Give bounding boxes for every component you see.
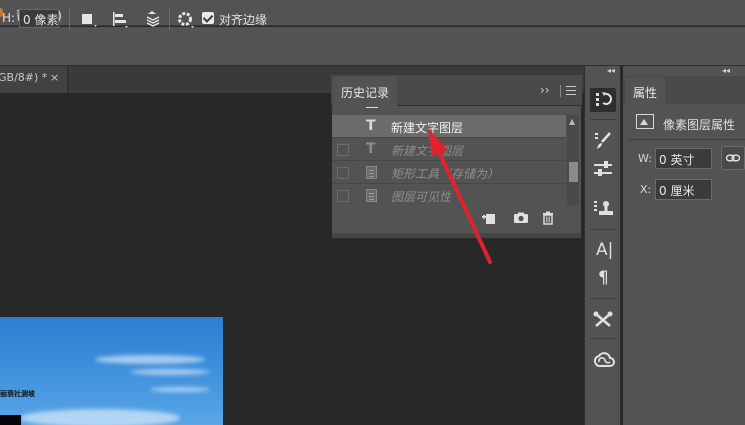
path-arrangement-icon[interactable] (143, 9, 163, 29)
panel-menu-icon[interactable] (566, 86, 576, 95)
history-item-label: 矩形工具（存储为） (391, 167, 500, 181)
new-document-from-state-icon[interactable] (480, 210, 498, 226)
document-icon (366, 189, 377, 202)
history-panel-icon[interactable] (590, 88, 616, 112)
tool-presets-icon[interactable] (590, 308, 616, 332)
brush-settings-icon[interactable] (590, 129, 616, 153)
history-item-checkbox[interactable] (337, 144, 349, 156)
collapse-panel-icon[interactable]: ◂◂ (722, 66, 730, 75)
clone-source-icon[interactable] (590, 197, 616, 221)
history-item-label: 新建文字图层 (391, 144, 464, 158)
panel-divider (560, 85, 561, 97)
text-layer-icon: T (366, 118, 376, 134)
link-dimensions-icon[interactable] (721, 146, 745, 170)
path-operations-icon[interactable] (79, 9, 99, 29)
x-position-input[interactable]: 0 厘米 (655, 179, 712, 200)
history-item-checkbox[interactable] (337, 167, 349, 179)
height-label: H: (2, 11, 16, 25)
document-tab-title: GB/8#) * (0, 71, 48, 84)
history-panel-resize-edge[interactable] (332, 233, 581, 238)
history-item-checkbox[interactable] (337, 121, 349, 133)
canvas-sky-image (0, 317, 223, 425)
document-tab-close-icon[interactable]: × (50, 71, 59, 84)
dock-divider (590, 338, 616, 339)
dock-divider (590, 119, 616, 120)
gear-icon[interactable] (176, 9, 196, 29)
options-divider (69, 8, 70, 30)
path-alignment-icon[interactable] (110, 9, 130, 29)
properties-panel-title: 属性 (633, 86, 658, 100)
text-layer-icon: T (366, 141, 376, 157)
canvas-black-rect (0, 415, 21, 425)
properties-subtitle: 像素图层属性 (663, 118, 736, 132)
dock-divider (590, 229, 616, 230)
width-input[interactable]: 0 英寸 (655, 148, 712, 169)
align-edges-label: 对齐边缘 (219, 13, 268, 27)
history-item-checkbox[interactable] (337, 190, 349, 202)
x-position-label: X: (640, 183, 652, 196)
document-icon (366, 166, 377, 179)
width-label: W: (638, 152, 652, 165)
adjustments-icon[interactable] (590, 157, 616, 181)
paragraph-panel-icon[interactable]: ¶ (598, 268, 609, 288)
properties-divider (629, 139, 745, 140)
collapse-dock-icon[interactable]: ◂◂ (607, 66, 615, 75)
canvas-text-layer: 丽衰社测坡 (0, 390, 35, 398)
dock-divider (590, 298, 616, 299)
history-panel-title: 历史记录 (341, 86, 390, 100)
align-edges-checkbox[interactable] (202, 12, 214, 24)
options-divider (169, 8, 170, 30)
history-item-label: 新建文字图层 (391, 121, 464, 135)
height-input[interactable]: 0 像素 (19, 9, 59, 28)
creative-cloud-libraries-icon[interactable] (590, 348, 616, 372)
scroll-up-icon[interactable]: ▲ (569, 117, 575, 126)
panel-expand-icon[interactable]: ›› (540, 83, 550, 97)
history-scrollbar[interactable] (567, 115, 579, 205)
trash-icon[interactable] (540, 210, 556, 226)
options-bar (0, 27, 745, 66)
history-snapshot-marker (366, 107, 378, 108)
pixel-layer-icon (636, 114, 654, 129)
character-panel-icon[interactable]: A| (596, 240, 613, 260)
history-item-label: 图层可见性 (391, 190, 452, 204)
history-scrollbar-thumb[interactable] (569, 162, 578, 182)
camera-snapshot-icon[interactable] (512, 210, 530, 226)
